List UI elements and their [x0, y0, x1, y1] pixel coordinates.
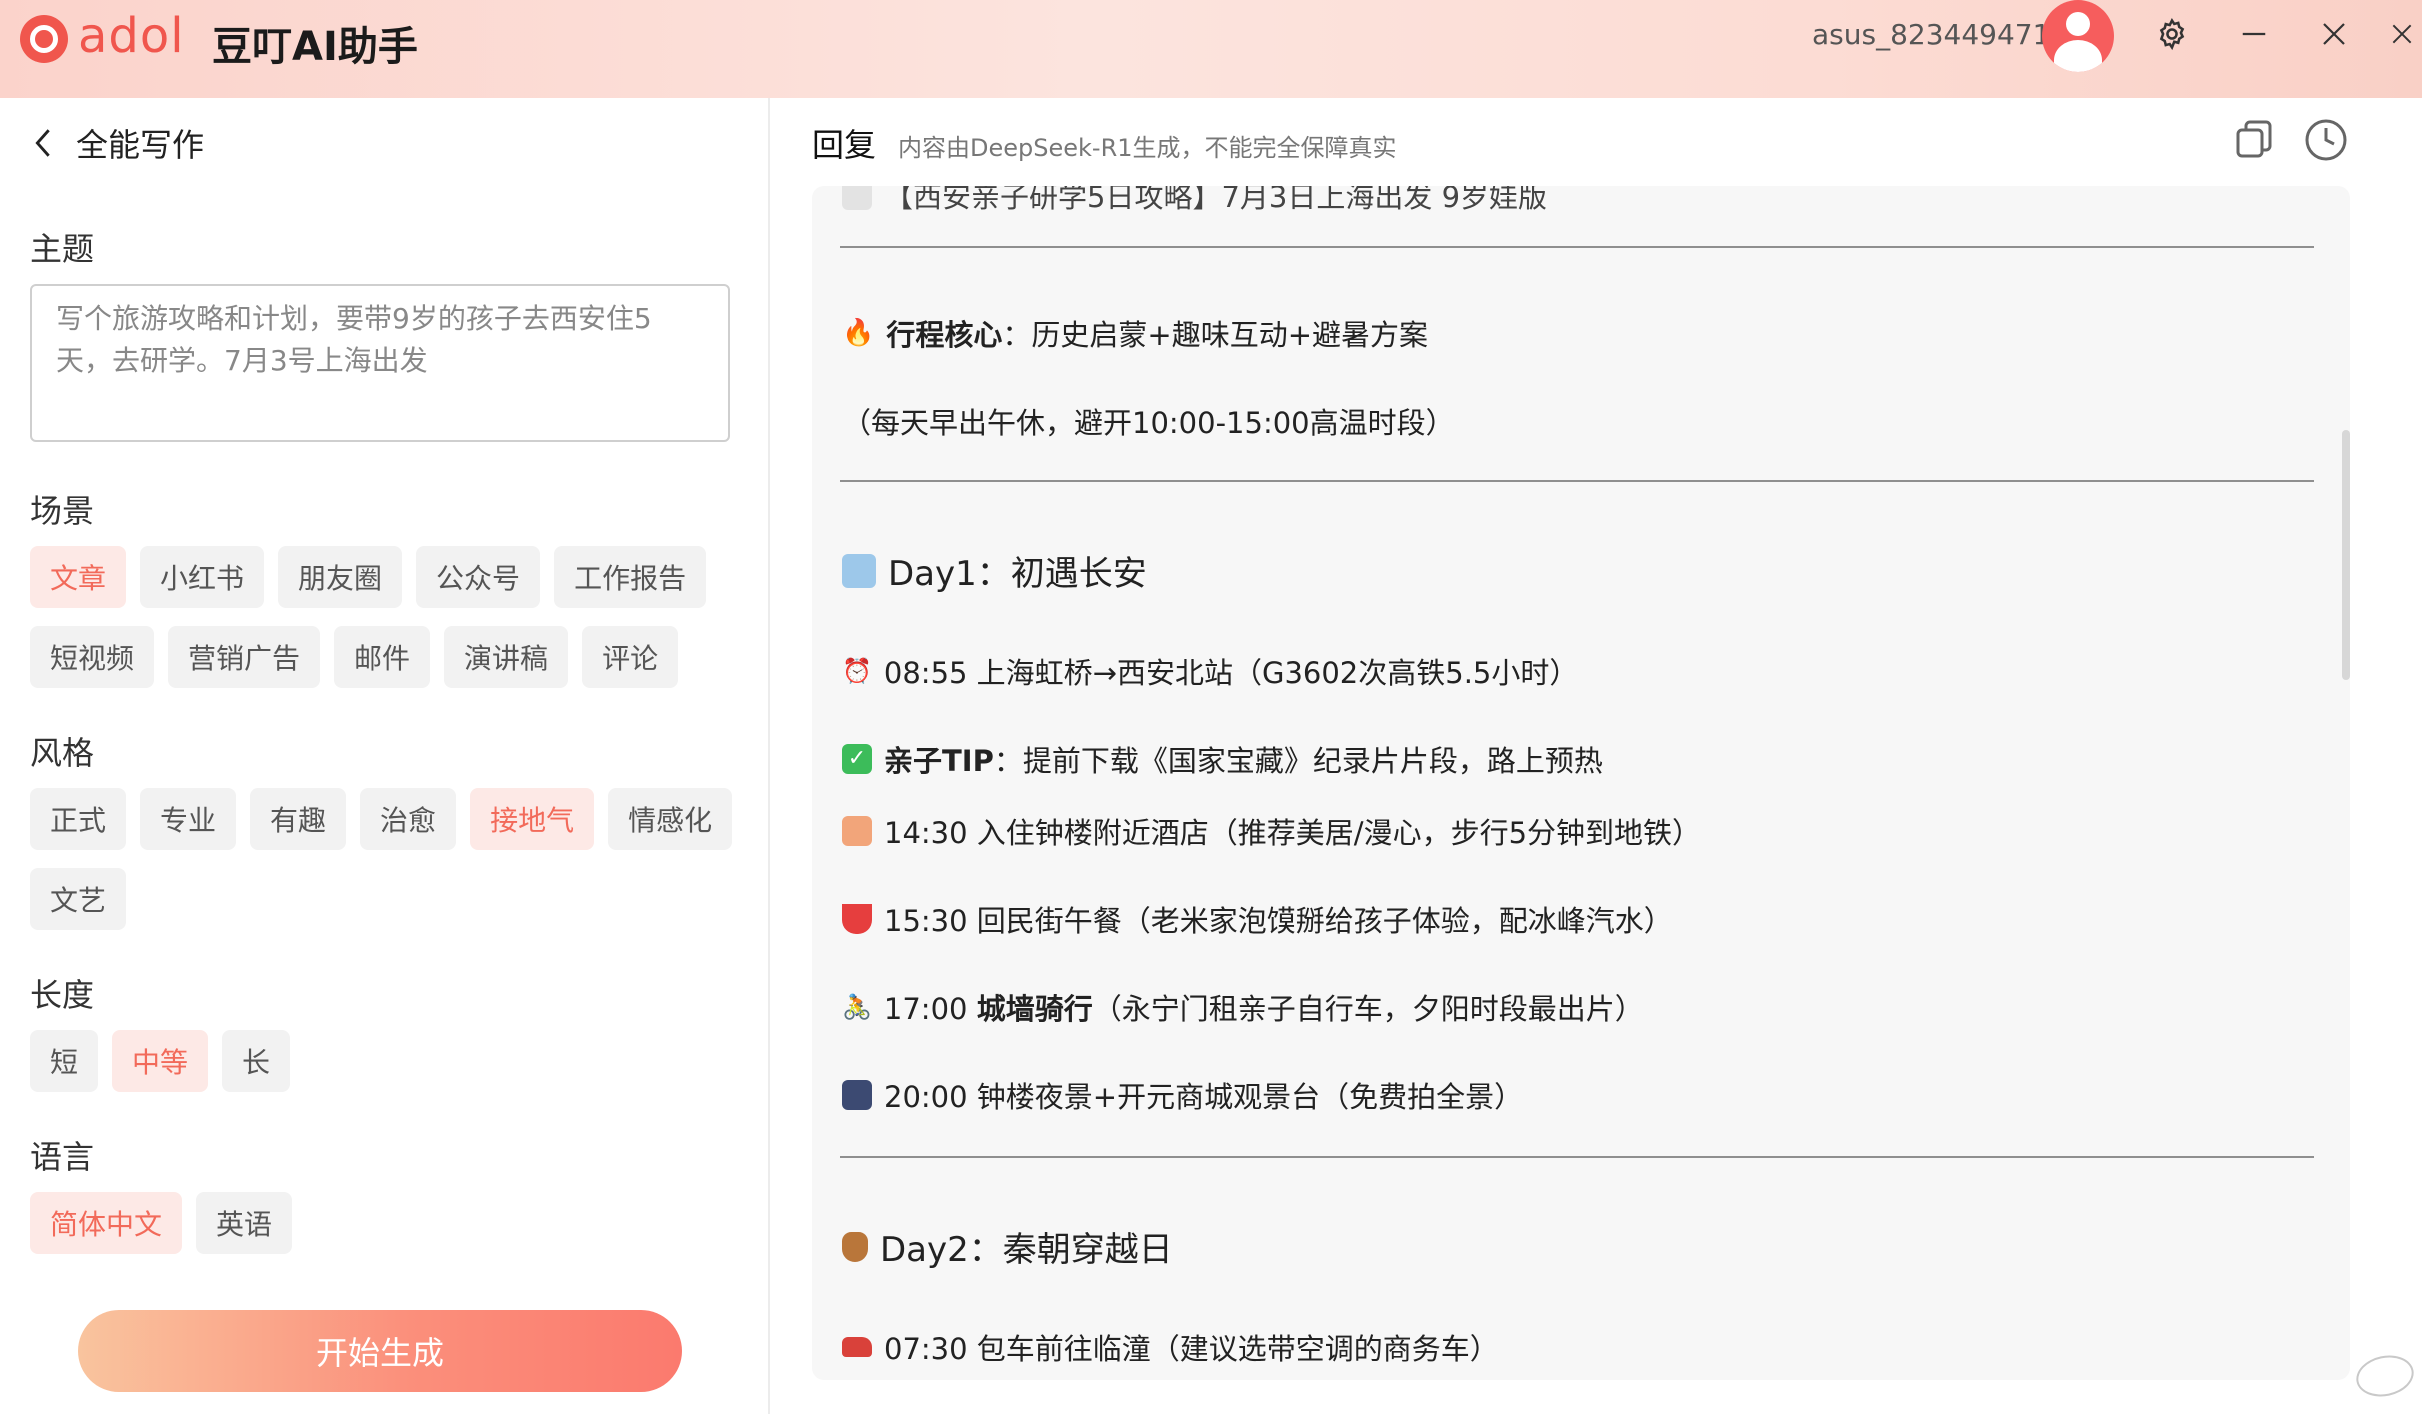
length-option[interactable]: 长: [222, 1030, 291, 1092]
day2-title: Day2：秦朝穿越日: [880, 1230, 1173, 1270]
divider: [840, 480, 2314, 482]
style-options: 正式 专业 有趣 治愈 接地气 情感化文艺: [30, 788, 750, 930]
noodle-bowl-icon: [842, 904, 872, 934]
list-item: 14:30 入住钟楼附近酒店（推荐美居/漫心，步行5分钟到地铁）: [842, 810, 1701, 852]
app-title: 豆叮AI助手: [212, 24, 418, 70]
back-label: 全能写作: [76, 126, 205, 164]
scene-option[interactable]: 演讲稿: [444, 626, 569, 688]
history-icon[interactable]: [2302, 116, 2350, 164]
style-option[interactable]: 情感化: [608, 788, 733, 850]
list-item: ✓ 亲子TIP：提前下载《国家宝藏》纪录片片段，路上预热: [842, 738, 1603, 780]
divider: [840, 1156, 2314, 1158]
close-icon-secondary[interactable]: [2382, 12, 2422, 56]
scene-option[interactable]: 评论: [582, 626, 679, 688]
bicycle-icon: 🚴: [842, 993, 872, 1021]
chevron-left-icon: [35, 129, 50, 157]
generate-button[interactable]: 开始生成: [78, 1310, 682, 1392]
scene-option[interactable]: 营销广告: [168, 626, 321, 688]
alarm-clock-icon: ⏰: [842, 657, 872, 685]
divider: [840, 246, 2314, 248]
core-line: 🔥 行程核心：历史启蒙+趣味互动+避暑方案: [842, 312, 1428, 354]
style-label: 风格: [30, 734, 95, 772]
scene-option[interactable]: 朋友圈: [278, 546, 403, 608]
language-options: 简体中文 英语: [30, 1192, 750, 1254]
tip-text: ：提前下载《国家宝藏》纪录片片段，路上预热: [993, 744, 1603, 778]
day1-title: Day1：初遇长安: [888, 554, 1147, 594]
reply-content: 【西安亲子研学5日攻略】7月3日上海出发 9岁娃版 🔥 行程核心：历史启蒙+趣味…: [812, 186, 2350, 1380]
list-item: 15:30 回民街午餐（老米家泡馍掰给孩子体验，配冰峰汽水）: [842, 898, 1673, 940]
language-label: 语言: [30, 1138, 95, 1176]
cut-off-line: 【西安亲子研学5日攻略】7月3日上海出发 9岁娃版: [842, 186, 1547, 216]
style-option[interactable]: 正式: [30, 788, 127, 850]
close-icon[interactable]: [2312, 12, 2356, 56]
back-button[interactable]: 全能写作: [30, 120, 204, 166]
logo-text: adol: [78, 8, 185, 64]
scene-option[interactable]: 短视频: [30, 626, 155, 688]
minimize-icon[interactable]: [2232, 12, 2276, 56]
list-item-text: 08:55 上海虹桥→西安北站（G3602次高铁5.5小时）: [883, 656, 1579, 690]
car-icon: [842, 1337, 872, 1357]
day2-heading: Day2：秦朝穿越日: [842, 1222, 1173, 1271]
core-label: 行程核心: [886, 318, 1003, 352]
core-text: ：历史启蒙+趣味互动+避暑方案: [1002, 318, 1428, 352]
scene-option[interactable]: 邮件: [334, 626, 431, 688]
hotel-icon: [842, 816, 872, 846]
list-item: 07:30 包车前往临潼（建议选带空调的商务车）: [842, 1326, 1499, 1368]
logo-icon: [20, 15, 68, 63]
list-item: 🚴 17:00 城墙骑行（永宁门租亲子自行车，夕阳时段最出片）: [842, 986, 1644, 1028]
watermark-stamp: [2352, 1350, 2418, 1402]
scrollbar[interactable]: [2342, 430, 2350, 680]
username: asus_823449471: [1812, 18, 2051, 51]
list-item-bold: 城墙骑行: [976, 992, 1093, 1026]
title-bar: adol 豆叮AI助手 asus_823449471: [0, 0, 2422, 98]
list-item-text: 07:30 包车前往临潼（建议选带空调的商务车）: [884, 1332, 1499, 1366]
list-item: 20:00 钟楼夜景+开元商城观景台（免费拍全景）: [842, 1074, 1523, 1116]
scene-option[interactable]: 文章: [30, 546, 127, 608]
check-icon: ✓: [842, 744, 872, 774]
day1-heading: Day1：初遇长安: [842, 546, 1147, 595]
length-label: 长度: [30, 976, 95, 1014]
style-option[interactable]: 有趣: [250, 788, 347, 850]
list-item-text: 15:30 回民街午餐（老米家泡馍掰给孩子体验，配冰峰汽水）: [884, 904, 1673, 938]
style-option[interactable]: 专业: [140, 788, 237, 850]
fire-icon: 🔥: [842, 318, 875, 348]
scene-label: 场景: [30, 492, 95, 530]
length-option[interactable]: 中等: [112, 1030, 209, 1092]
gear-icon[interactable]: [2150, 12, 2194, 56]
list-item-text: （永宁门租亲子自行车，夕阳时段最出片）: [1092, 992, 1644, 1026]
list-item-text: 20:00 钟楼夜景+开元商城观景台（免费拍全景）: [884, 1080, 1524, 1114]
scene-option[interactable]: 公众号: [416, 546, 541, 608]
night-city-icon: [842, 1080, 872, 1110]
scene-option[interactable]: 工作报告: [554, 546, 707, 608]
calendar-icon: [842, 186, 872, 210]
copy-icon[interactable]: [2230, 116, 2278, 164]
writing-panel: 全能写作 主题 写个旅游攻略和计划，要带9岁的孩子去西安住5天，去研学。7月3号…: [0, 98, 770, 1414]
amphora-icon: [842, 1231, 868, 1262]
style-option[interactable]: 治愈: [360, 788, 457, 850]
reply-disclaimer: 内容由DeepSeek-R1生成，不能完全保障真实: [898, 134, 1397, 162]
topic-label: 主题: [30, 230, 95, 268]
style-option[interactable]: 接地气: [470, 788, 595, 850]
language-option[interactable]: 英语: [196, 1192, 293, 1254]
scene-option[interactable]: 小红书: [140, 546, 265, 608]
topic-input[interactable]: 写个旅游攻略和计划，要带9岁的孩子去西安住5天，去研学。7月3号上海出发: [30, 284, 730, 442]
avatar[interactable]: [2042, 0, 2114, 72]
tip-label: 亲子TIP: [884, 744, 994, 778]
list-item-text: 14:30 入住钟楼附近酒店（推荐美居/漫心，步行5分钟到地铁）: [884, 816, 1702, 850]
list-item: ⏰ 08:55 上海虹桥→西安北站（G3602次高铁5.5小时）: [842, 650, 1578, 692]
core-note: （每天早出午休，避开10:00-15:00高温时段）: [842, 406, 1455, 440]
list-item-time: 17:00: [883, 992, 977, 1026]
scene-options: 文章 小红书 朋友圈 公众号 工作报告短视频 营销广告 邮件 演讲稿 评论: [30, 546, 750, 688]
reply-title: 回复: [812, 126, 877, 164]
cut-off-text: 【西安亲子研学5日攻略】7月3日上海出发 9岁娃版: [884, 186, 1548, 214]
reply-header: 回复 内容由DeepSeek-R1生成，不能完全保障真实: [812, 120, 1397, 166]
length-options: 短中等长: [30, 1030, 750, 1092]
style-option[interactable]: 文艺: [30, 868, 127, 930]
length-option[interactable]: 短: [30, 1030, 99, 1092]
airplane-icon: [842, 553, 876, 588]
language-option[interactable]: 简体中文: [30, 1192, 183, 1254]
